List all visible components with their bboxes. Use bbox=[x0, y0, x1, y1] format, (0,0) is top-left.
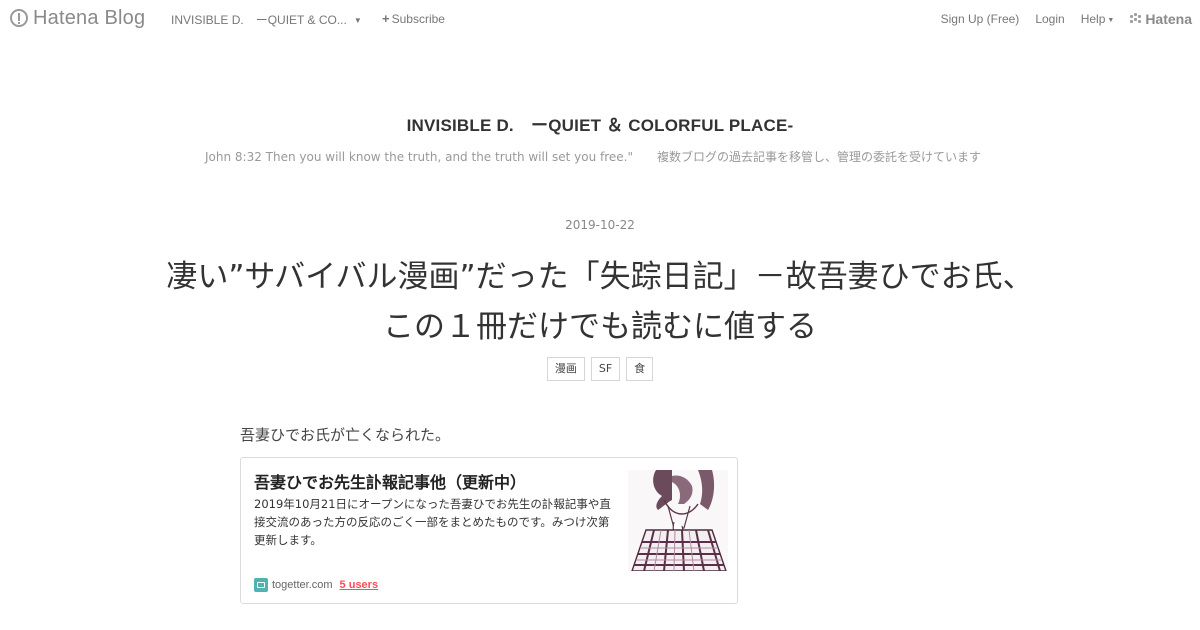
embed-card-title[interactable]: 吾妻ひでお先生訃報記事他（更新中） bbox=[254, 469, 614, 493]
bookmark-users-count[interactable]: 5 users bbox=[340, 579, 379, 591]
signup-link[interactable]: Sign Up (Free) bbox=[941, 12, 1020, 26]
header-nav-right: Sign Up (Free) Login Help ▼ Hatena bbox=[925, 11, 1192, 27]
embed-card-footer: togetter.com 5 users bbox=[254, 578, 378, 592]
manga-illustration-image bbox=[628, 470, 728, 571]
subscribe-button[interactable]: + Subscribe bbox=[382, 11, 445, 26]
help-label: Help bbox=[1080, 12, 1106, 26]
caret-down-icon: ▼ bbox=[353, 16, 362, 25]
embed-card-thumbnail[interactable] bbox=[628, 470, 728, 571]
hatena-brand-link[interactable]: Hatena bbox=[1130, 11, 1192, 27]
global-header: Hatena Blog INVISIBLE D. ーQUIET & CO... ▼… bbox=[0, 0, 1200, 36]
logo-text: Hatena Blog bbox=[33, 6, 146, 29]
login-link[interactable]: Login bbox=[1035, 12, 1064, 26]
subscribe-label: Subscribe bbox=[391, 12, 445, 26]
embed-card-description: 2019年10月21日にオープンになった吾妻ひでお先生の訃報記事や直接交流のあっ… bbox=[254, 497, 611, 547]
embed-card-site[interactable]: togetter.com bbox=[272, 579, 333, 591]
blog-description: John 8:32 Then you will know the truth, … bbox=[204, 150, 982, 164]
togetter-favicon-icon bbox=[254, 578, 268, 592]
embed-card[interactable]: 吾妻ひでお先生訃報記事他（更新中） 2019年10月21日にオープンになった吾妻… bbox=[240, 457, 738, 604]
hatena-blog-logo[interactable]: Hatena Blog bbox=[10, 6, 145, 30]
blog-name-menu[interactable]: INVISIBLE D. ーQUIET & CO... ▼ bbox=[171, 11, 362, 28]
entry-title-line-2: この１冊だけでも読むに値する bbox=[383, 309, 817, 345]
entry-tags: 漫画 SF 食 bbox=[0, 357, 1200, 381]
hatena-exclamation-icon bbox=[10, 9, 28, 27]
hatena-dots-icon bbox=[1130, 13, 1142, 25]
entry-date[interactable]: 2019-10-22 bbox=[0, 218, 1200, 232]
blog-name-label: INVISIBLE D. ーQUIET & CO... bbox=[171, 13, 347, 27]
entry-title-line-1: 凄い”サバイバル漫画”だった「失踪日記」－故吾妻ひでお氏、 bbox=[166, 259, 1034, 295]
tag-manga[interactable]: 漫画 bbox=[546, 357, 585, 381]
tag-sf[interactable]: SF bbox=[590, 357, 621, 381]
hatena-brand-label: Hatena bbox=[1145, 11, 1192, 27]
help-menu[interactable]: Help ▼ bbox=[1081, 12, 1115, 26]
plus-icon: + bbox=[382, 11, 390, 26]
caret-down-icon: ▼ bbox=[1107, 17, 1115, 24]
entry-paragraph: 吾妻ひでお氏が亡くなられた。 bbox=[240, 426, 451, 444]
blog-title[interactable]: INVISIBLE D. ーQUIET ＆ COLORFUL PLACE- bbox=[0, 111, 1200, 136]
entry-title[interactable]: 凄い”サバイバル漫画”だった「失踪日記」－故吾妻ひでお氏、 この１冊だけでも読む… bbox=[130, 252, 1070, 352]
tag-food[interactable]: 食 bbox=[626, 357, 654, 381]
